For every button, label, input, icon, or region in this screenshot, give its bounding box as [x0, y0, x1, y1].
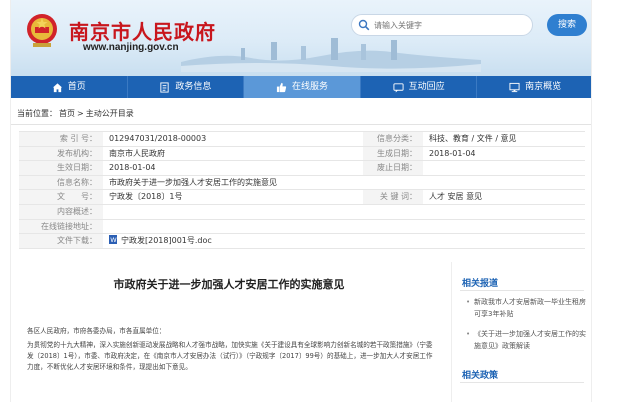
related-policies-heading: 相关政策 — [462, 371, 499, 381]
document-number-value: 宁政发〔2018〕1号 — [109, 192, 183, 202]
file-download-link[interactable]: 宁政发[2018]001号.doc — [121, 236, 212, 245]
divider — [11, 124, 591, 125]
related-report-link[interactable]: 《关于进一步加强人才安居工作的实施意见》政策解读 — [466, 328, 586, 352]
page-frame: 南京市人民政府 www.nanjing.gov.cn 搜索 首页 政务信息 在线… — [10, 0, 592, 402]
related-sidebar: 相关报道 新政我市人才安居新政一毕业生租房可享3年补贴 《关于进一步加强人才安居… — [451, 262, 587, 402]
info-row: 发布机构： 南京市人民政府 生成日期： 2018-01-04 — [19, 146, 585, 162]
document-icon — [160, 81, 169, 93]
info-label: 文 号： — [19, 190, 103, 204]
thumbs-up-icon — [276, 82, 287, 92]
repeal-date-value — [423, 161, 585, 175]
category-value: 科技、教育 / 文件 / 意见 — [429, 134, 517, 143]
divider — [460, 382, 584, 383]
chat-icon — [393, 82, 404, 93]
breadcrumb-current[interactable]: 主动公开目录 — [86, 109, 134, 118]
breadcrumb-separator: > — [77, 109, 84, 118]
effective-date-value: 2018-01-04 — [109, 163, 156, 173]
info-row: 在线链接地址： — [19, 219, 585, 235]
monitor-icon — [509, 82, 520, 92]
national-emblem-icon — [27, 14, 57, 47]
summary-value — [103, 205, 585, 219]
search-icon — [358, 19, 370, 31]
related-report-link[interactable]: 新政我市人才安居新政一毕业生租房可享3年补贴 — [466, 296, 586, 320]
search-box[interactable] — [351, 14, 533, 36]
site-title: 南京市人民政府 — [69, 20, 216, 44]
search-input[interactable] — [374, 18, 524, 32]
info-row: 内容概述： — [19, 204, 585, 220]
breadcrumb-home-link[interactable]: 首页 — [59, 109, 75, 118]
info-label: 信息名称： — [19, 175, 103, 190]
nav-item-interaction[interactable]: 互动回应 — [361, 76, 478, 98]
info-row: 文 号： 宁政发〔2018〕1号 关 键 词： 人才 安居 意见 — [19, 190, 585, 205]
svg-text:W: W — [110, 236, 117, 244]
article-greeting: 各区人民政府，市府各委办局，市各直属单位： — [27, 327, 166, 335]
nav-item-home[interactable]: 首页 — [11, 76, 128, 98]
divider — [460, 290, 584, 291]
breadcrumb: 当前位置： 首页 > 主动公开目录 — [17, 108, 136, 119]
search-button[interactable]: 搜索 — [547, 14, 587, 36]
nav-label: 互动回应 — [408, 82, 445, 92]
related-reports-heading: 相关报道 — [462, 279, 499, 289]
word-doc-icon: W — [109, 235, 117, 245]
nav-label: 首页 — [67, 82, 86, 92]
info-row: 文件下载： W 宁政发[2018]001号.doc — [19, 234, 585, 249]
info-label: 废止日期： — [363, 161, 423, 175]
info-label: 信息分类： — [363, 132, 423, 146]
file-download-cell: W 宁政发[2018]001号.doc — [103, 234, 585, 248]
document-name-value: 市政府关于进一步加强人才安居工作的实施意见 — [109, 177, 277, 187]
main-nav: 首页 政务信息 在线服务 互动回应 南京概览 — [11, 76, 591, 98]
document-info-table: 索 引 号： 012947031/2018-00003 信息分类： 科技、教育 … — [19, 131, 585, 249]
info-label: 发布机构： — [19, 146, 103, 161]
info-label: 索 引 号： — [19, 132, 103, 146]
info-label: 生成日期： — [363, 146, 423, 161]
info-row: 生效日期： 2018-01-04 废止日期： — [19, 161, 585, 176]
generated-date-value: 2018-01-04 — [429, 148, 476, 158]
article-content: 市政府关于进一步加强人才安居工作的实施意见 各区人民政府，市府各委办局，市各直属… — [19, 262, 439, 402]
nav-item-nanjing-overview[interactable]: 南京概览 — [477, 76, 591, 98]
breadcrumb-prefix: 当前位置： — [17, 109, 57, 118]
article-paragraph: 为贯彻党的十九大精神，深入实施创新驱动发展战略和人才强市战略，加快实施《关于建设… — [27, 341, 433, 371]
site-url: www.nanjing.gov.cn — [83, 42, 179, 53]
info-row: 索 引 号： 012947031/2018-00003 信息分类： 科技、教育 … — [19, 132, 585, 147]
info-label: 在线链接地址： — [19, 219, 103, 234]
nav-item-government-info[interactable]: 政务信息 — [128, 76, 245, 98]
info-row: 信息名称： 市政府关于进一步加强人才安居工作的实施意见 — [19, 175, 585, 191]
index-number-value: 012947031/2018-00003 — [109, 134, 207, 143]
article-title: 市政府关于进一步加强人才安居工作的实施意见 — [113, 278, 345, 291]
home-icon — [52, 82, 62, 92]
info-label: 内容概述： — [19, 204, 103, 219]
info-label: 生效日期： — [19, 161, 103, 175]
nav-label: 政务信息 — [175, 82, 212, 92]
site-header: 南京市人民政府 www.nanjing.gov.cn 搜索 — [11, 0, 591, 76]
nav-item-online-service[interactable]: 在线服务 — [244, 76, 361, 98]
info-label: 文件下载： — [19, 234, 103, 248]
nav-label: 南京概览 — [525, 82, 562, 92]
online-link-value — [103, 220, 585, 234]
keywords-value: 人才 安居 意见 — [429, 192, 483, 202]
info-label: 关 键 词： — [363, 190, 423, 204]
publisher-value: 南京市人民政府 — [109, 148, 165, 158]
nav-label: 在线服务 — [291, 82, 328, 92]
